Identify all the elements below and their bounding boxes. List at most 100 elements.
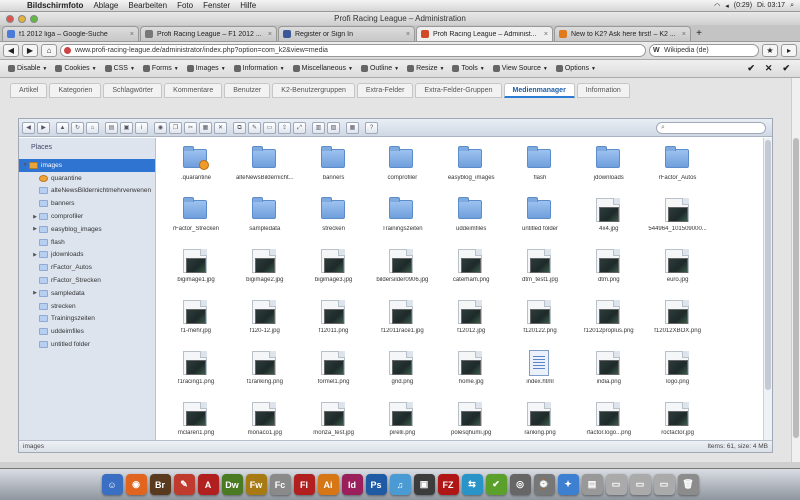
tree-item[interactable]: banners (19, 197, 155, 210)
extract-icon[interactable]: ▥ (312, 121, 325, 134)
scroll-thumb[interactable] (765, 140, 771, 390)
file-item[interactable]: uddeimfiles (437, 192, 505, 242)
file-item[interactable]: f12011.png (300, 294, 368, 344)
chevron-down-icon[interactable]: ▼ (21, 162, 29, 168)
file-item[interactable]: .quarantine (162, 141, 230, 191)
devbar-cookies[interactable]: Cookies ▼ (51, 65, 100, 72)
dock-app-icon[interactable]: 🗑 (677, 474, 699, 495)
browser-tab[interactable]: f1 2012 liga – Google-Suche × (2, 26, 139, 41)
file-item[interactable]: f120122.png (506, 294, 574, 344)
devbar-resize[interactable]: Resize ▼ (403, 65, 448, 72)
file-item[interactable]: india.png (575, 345, 643, 395)
browser-tab[interactable]: Profi Racing League – F1 2012 ... × (140, 26, 277, 41)
file-item[interactable]: f12012.jpg (437, 294, 505, 344)
file-item[interactable]: pirelli.png (368, 396, 436, 440)
k2-tab[interactable]: Kommentare (164, 83, 223, 98)
cross-icon[interactable]: ✕ (765, 63, 773, 74)
menu-fenster[interactable]: Fenster (198, 1, 235, 10)
home-icon[interactable]: ⌂ (86, 121, 99, 134)
save-icon[interactable]: ▣ (120, 121, 133, 134)
dock-app-icon[interactable]: ✎ (173, 474, 195, 495)
file-item[interactable]: monaco1.jpg (231, 396, 299, 440)
info-icon[interactable]: i (135, 121, 148, 134)
zoom-window-icon[interactable] (30, 15, 38, 23)
dock-app-icon[interactable]: ▭ (605, 474, 627, 495)
dock-app-icon[interactable]: Fw (245, 474, 267, 495)
check-icon[interactable]: ✔ (782, 63, 790, 74)
tree-item[interactable]: flash (19, 236, 155, 249)
file-item[interactable]: f1ranking.png (231, 345, 299, 395)
close-tab-icon[interactable]: × (406, 31, 410, 38)
resize-icon[interactable]: ⤢ (293, 121, 306, 134)
file-item[interactable]: f12012proplus.png (575, 294, 643, 344)
devbar-forms[interactable]: Forms ▼ (139, 65, 183, 72)
check-icon[interactable]: ✔ (747, 63, 755, 74)
file-item[interactable]: strecken (300, 192, 368, 242)
dock-app-icon[interactable]: A (197, 474, 219, 495)
tree-item[interactable]: ▶ sampledata (19, 287, 155, 300)
file-grid-scrollbar[interactable] (763, 138, 772, 440)
dock-app-icon[interactable]: Ai (317, 474, 339, 495)
close-window-icon[interactable] (6, 15, 14, 23)
cut-icon[interactable]: ✂ (184, 121, 197, 134)
search-box[interactable]: W Wikipedia (de) (649, 44, 759, 57)
file-item[interactable]: f1racing1.png (162, 345, 230, 395)
tree-item[interactable]: ▶ comprofiler (19, 210, 155, 223)
k2-tab[interactable]: Schlagwörter (103, 83, 163, 98)
dock-app-icon[interactable]: ✔ (485, 474, 507, 495)
dock-app-icon[interactable]: Id (341, 474, 363, 495)
copy-icon[interactable]: ❐ (169, 121, 182, 134)
chevron-right-icon[interactable]: ▶ (31, 252, 39, 258)
file-item[interactable]: sampledata (231, 192, 299, 242)
chevron-right-icon[interactable]: ▶ (31, 290, 39, 296)
upload-icon[interactable]: ⇪ (278, 121, 291, 134)
minimize-window-icon[interactable] (18, 15, 26, 23)
file-item[interactable]: dtm.png (575, 243, 643, 293)
dock-app-icon[interactable]: ♫ (389, 474, 411, 495)
file-item[interactable]: rocfactor.jpg (644, 396, 712, 440)
chevron-right-icon[interactable]: ▶ (31, 214, 39, 220)
menu-hilfe[interactable]: Hilfe (235, 1, 261, 10)
addon-icon[interactable]: ▸ (781, 44, 797, 57)
dock-app-icon[interactable]: Fc (269, 474, 291, 495)
page-scrollbar[interactable] (791, 78, 800, 462)
dock-app-icon[interactable]: ▭ (629, 474, 651, 495)
k2-tab[interactable]: Information (576, 83, 630, 98)
file-item[interactable]: f12012XBOX.png (644, 294, 712, 344)
file-item[interactable]: bildersilder0906.jpg (368, 243, 436, 293)
devbar-miscellaneous[interactable]: Miscellaneous ▼ (289, 65, 357, 72)
close-tab-icon[interactable]: × (268, 31, 272, 38)
back-button[interactable]: ◀ (3, 44, 19, 57)
dock-app-icon[interactable]: ☺ (101, 474, 123, 495)
tree-item[interactable]: rFactor_Autos (19, 261, 155, 274)
rename-icon[interactable]: ✎ (248, 121, 261, 134)
tree-item[interactable]: untitled folder (19, 338, 155, 351)
file-item[interactable]: formel1.png (300, 345, 368, 395)
menu-bearbeiten[interactable]: Bearbeiten (123, 1, 172, 10)
dock-app-icon[interactable]: Dw (221, 474, 243, 495)
chevron-right-icon[interactable]: ▶ (31, 226, 39, 232)
k2-tab[interactable]: K2-Benutzergruppen (272, 83, 355, 98)
page-scroll-thumb[interactable] (793, 138, 799, 438)
reload-icon[interactable]: ↻ (71, 121, 84, 134)
tree-item[interactable]: Trainingszeiten (19, 313, 155, 326)
new-tab-icon[interactable]: + (692, 27, 706, 41)
tree-item[interactable]: ▶ easyblog_images (19, 223, 155, 236)
file-item[interactable]: Trainingszeiten (368, 192, 436, 242)
devbar-tools[interactable]: Tools ▼ (448, 65, 488, 72)
file-item[interactable]: alteNewsBildernicht... (231, 141, 299, 191)
file-item[interactable]: flash (506, 141, 574, 191)
file-item[interactable]: comprofiler (368, 141, 436, 191)
browser-tab[interactable]: New to K2? Ask here first! – K2 ... × (554, 26, 691, 41)
forward-button[interactable]: ▶ (22, 44, 38, 57)
k2-tab[interactable]: Extra-Felder (356, 83, 414, 98)
clock[interactable]: Di. 03:17 (757, 2, 785, 9)
file-item[interactable]: bigimage2.jpg (231, 243, 299, 293)
spotlight-icon[interactable]: ⌕ (790, 2, 794, 10)
close-tab-icon[interactable]: × (130, 31, 134, 38)
bookmark-icon[interactable]: ★ (762, 44, 778, 57)
duplicate-icon[interactable]: ⧉ (233, 121, 246, 134)
k2-tab[interactable]: Benutzer (224, 83, 271, 98)
home-button[interactable]: ⌂ (41, 44, 57, 57)
forward-icon[interactable]: ▶ (37, 121, 50, 134)
